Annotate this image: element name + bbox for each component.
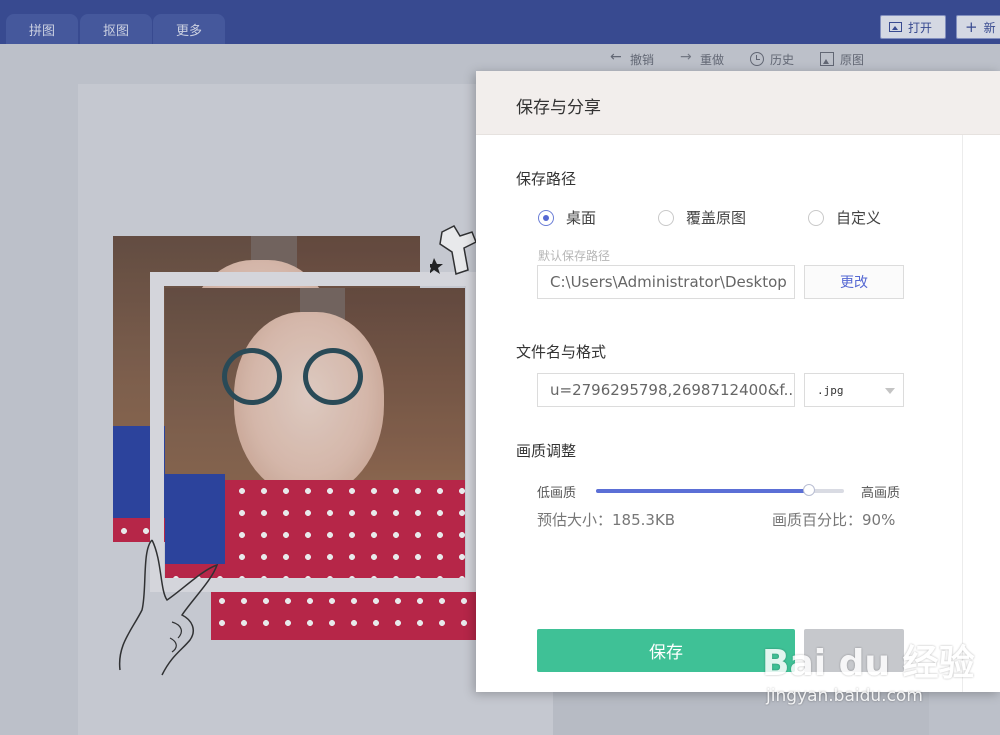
radio-icon[interactable] <box>808 209 825 226</box>
slider-handle[interactable] <box>803 484 816 496</box>
save-button[interactable]: 保存 <box>537 629 795 672</box>
radio-label: 覆盖原图 <box>686 209 747 227</box>
radio-custom[interactable]: 自定义 <box>808 207 881 228</box>
radio-label: 自定义 <box>836 209 882 227</box>
save-share-dialog: 保存与分享 保存路径 桌面 覆盖原图 自定义 默认保存路径 C:\Users\A… <box>476 71 1000 692</box>
save-path-input[interactable]: C:\Users\Administrator\Desktop <box>537 265 795 299</box>
dialog-title: 保存与分享 <box>516 98 601 118</box>
slider-fill <box>596 489 810 493</box>
save-path-title: 保存路径 <box>516 170 577 188</box>
watermark-url: jingyan.baidu.com <box>766 686 923 706</box>
chevron-down-icon <box>885 388 895 394</box>
radio-desktop[interactable]: 桌面 <box>538 207 596 228</box>
radio-icon[interactable] <box>538 209 554 226</box>
file-name-input[interactable]: u=2796295798,2698712400&f... <box>537 373 795 407</box>
default-path-hint: 默认保存路径 <box>538 249 611 263</box>
quality-title: 画质调整 <box>516 442 577 460</box>
baidu-watermark: Bai du 经验 jingyan.baidu.com <box>762 628 992 718</box>
format-select[interactable]: .jpg <box>804 373 904 407</box>
divider <box>962 135 963 692</box>
radio-overwrite[interactable]: 覆盖原图 <box>658 207 746 228</box>
save-path-options: 桌面 覆盖原图 自定义 <box>538 207 943 228</box>
quality-slider[interactable] <box>596 484 844 496</box>
radio-label: 桌面 <box>566 209 597 227</box>
watermark-logo: Bai du 经验 <box>762 643 975 684</box>
change-path-button[interactable]: 更改 <box>804 265 904 299</box>
estimated-size: 预估大小：185.3KB <box>537 511 676 529</box>
dialog-header: 保存与分享 <box>476 71 1000 135</box>
quality-percent: 画质百分比：90% <box>772 511 896 529</box>
high-quality-label: 高画质 <box>861 486 901 501</box>
low-quality-label: 低画质 <box>537 486 577 501</box>
format-value: .jpg <box>817 383 844 397</box>
file-name-title: 文件名与格式 <box>516 343 607 361</box>
radio-icon[interactable] <box>658 209 675 226</box>
